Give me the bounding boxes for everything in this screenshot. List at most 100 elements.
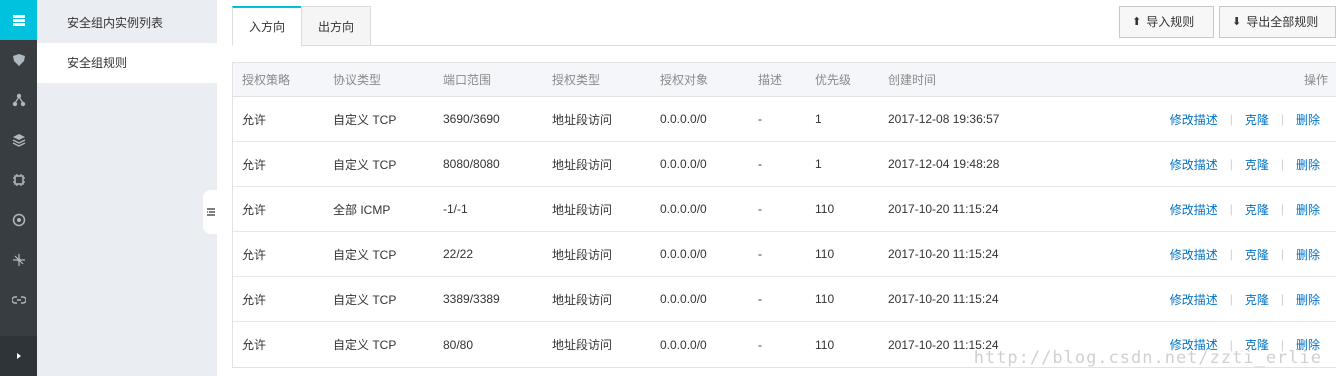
cell-auth-object: 0.0.0.0/0 [660,157,707,171]
cell-auth-type: 地址段访问 [552,112,613,127]
cell-protocol: 全部 ICMP [333,202,391,217]
table-row: 允许 全部 ICMP -1/-1 地址段访问 0.0.0.0/0 - 110 2017-10-… [233,187,1336,232]
clone-link[interactable]: 克隆 [1245,201,1269,218]
cell-protocol: 自定义 TCP [333,112,397,127]
action-separator: | [1280,292,1284,306]
export-rules-button[interactable]: ⬇ 导出全部规则 [1219,6,1336,38]
cell-desc: - [758,337,762,352]
action-separator: | [1280,157,1284,171]
edit-description-link[interactable]: 修改描述 [1170,156,1218,173]
header-port: 端口范围 [443,73,492,87]
row-actions: 修改描述 | 克隆 | 删除 [1170,232,1336,276]
clone-link[interactable]: 克隆 [1245,246,1269,263]
cell-desc: - [758,247,762,261]
cell-created: 2017-10-20 11:15:24 [888,202,999,216]
cell-priority: 110 [815,292,835,306]
eye-icon[interactable] [0,200,37,240]
cell-port: 8080/8080 [443,157,500,171]
header-auth-type: 授权类型 [552,73,601,87]
clone-link[interactable]: 克隆 [1245,111,1269,128]
table-body: 允许 自定义 TCP 3690/3690 地址段访问 0.0.0.0/0-1 2017-1… [233,97,1336,367]
share-icon[interactable] [0,240,37,280]
tab-outbound[interactable]: 出方向 [301,6,372,46]
cell-created: 2017-12-08 19:36:57 [888,112,1000,126]
cell-auth-object: 0.0.0.0/0 [660,337,707,352]
import-rules-button[interactable]: ⬆ 导入规则 [1119,6,1214,38]
row-actions: 修改描述 | 克隆 | 删除 [1170,97,1336,141]
cell-port: 3389/3389 [443,292,500,306]
action-separator: | [1280,247,1284,261]
cell-priority: 1 [815,157,822,171]
shield-icon[interactable] [0,40,37,80]
subnav-item-instances[interactable]: 安全组内实例列表 [37,3,217,43]
chevron-right-icon[interactable] [0,336,37,376]
chip-icon[interactable] [0,160,37,200]
cell-port: 3690/3690 [443,112,500,126]
watermark: http://blog.csdn.net/zzti_erlie [973,348,1322,368]
row-actions: 修改描述 | 克隆 | 删除 [1170,277,1336,321]
tab-inbound[interactable]: 入方向 [232,6,303,46]
edit-description-link[interactable]: 修改描述 [1170,246,1218,263]
header-priority: 优先级 [815,73,852,87]
cell-desc: - [758,112,762,126]
direction-tabs: 入方向 出方向 [232,6,372,46]
row-actions: 修改描述 | 克隆 | 删除 [1170,142,1336,186]
action-separator: | [1229,112,1233,126]
cell-auth-type: 地址段访问 [552,292,613,307]
rules-table: 授权策略 协议类型 端口范围 授权类型 授权对象 描述 优先级 创建时间 操作 … [232,62,1336,368]
row-actions: 修改描述 | 克隆 | 删除 [1170,187,1336,231]
delete-link[interactable]: 删除 [1296,201,1320,218]
cell-auth-type: 地址段访问 [552,202,613,217]
import-rules-label: 导入规则 [1146,15,1195,29]
action-separator: | [1280,202,1284,216]
cell-created: 2017-10-20 11:15:24 [888,292,999,306]
cell-auth-object: 0.0.0.0/0 [660,292,707,306]
header-protocol: 协议类型 [333,73,382,87]
subnav-item-rules[interactable]: 安全组规则 [37,43,217,83]
network-icon[interactable] [0,80,37,120]
cell-auth-object: 0.0.0.0/0 [660,247,707,261]
table-row: 允许 自定义 TCP 22/22 地址段访问 0.0.0.0/0 - 110 2017-10-… [233,232,1336,277]
cell-port: -1/-1 [443,202,468,216]
action-separator: | [1229,292,1233,306]
cell-auth-object: 0.0.0.0/0 [660,202,707,216]
cell-created: 2017-10-20 11:15:24 [888,247,999,261]
edit-description-link[interactable]: 修改描述 [1170,291,1218,308]
cell-desc: - [758,157,762,171]
action-separator: | [1229,202,1233,216]
header-created: 创建时间 [888,73,937,87]
edit-description-link[interactable]: 修改描述 [1170,111,1218,128]
table-row: 允许 自定义 TCP 3690/3690 地址段访问 0.0.0.0/0 - 1 2017-1… [233,97,1336,142]
header-desc: 描述 [758,73,783,87]
cell-created: 2017-12-04 19:48:28 [888,157,1000,171]
cell-port: 22/22 [443,247,474,261]
delete-link[interactable]: 删除 [1296,291,1320,308]
cell-protocol: 自定义 TCP [333,157,397,172]
cell-auth-object: 0.0.0.0/0 [660,112,707,126]
table-row: 允许 自定义 TCP 8080/8080 地址段访问 0.0.0.0/0 - 1 2017-1… [233,142,1336,187]
clone-link[interactable]: 克隆 [1245,156,1269,173]
layers-icon[interactable] [0,120,37,160]
delete-link[interactable]: 删除 [1296,246,1320,263]
cell-policy: 允许 [242,247,267,262]
cell-desc: - [758,292,762,306]
link-icon[interactable] [0,280,37,320]
edit-description-link[interactable]: 修改描述 [1170,201,1218,218]
cell-auth-type: 地址段访问 [552,338,613,352]
cell-priority: 1 [815,112,822,126]
table-header: 授权策略 协议类型 端口范围 授权类型 授权对象 描述 优先级 创建时间 操作 [233,63,1336,97]
action-separator: | [1229,247,1233,261]
clone-link[interactable]: 克隆 [1245,291,1269,308]
table-row: 允许 自定义 TCP 3389/3389 地址段访问 0.0.0.0/0 - 110 2017… [233,277,1336,322]
action-separator: | [1229,157,1233,171]
cell-policy: 允许 [242,338,267,352]
delete-link[interactable]: 删除 [1296,156,1320,173]
cell-port: 80/80 [443,337,474,352]
server-icon[interactable] [0,0,37,40]
header-actions: 操作 [1303,73,1328,87]
upload-icon: ⬆ [1132,16,1142,28]
cell-protocol: 自定义 TCP [333,338,397,352]
icon-rail [0,0,37,376]
cell-policy: 允许 [242,112,267,127]
delete-link[interactable]: 删除 [1296,111,1320,128]
